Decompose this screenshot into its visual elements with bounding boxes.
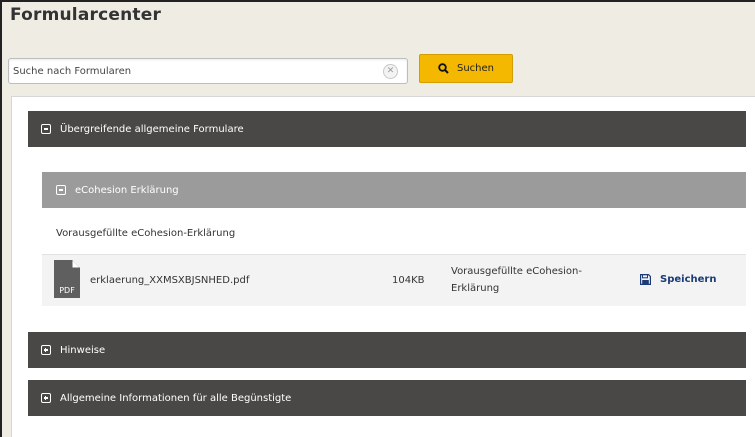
search-button[interactable]: Suchen — [419, 54, 513, 83]
section-label: Allgemeine Informationen für alle Begüns… — [60, 392, 292, 404]
pdf-type-label: PDF — [59, 286, 75, 295]
search-button-label: Suchen — [456, 63, 494, 74]
section-label: Hinweise — [60, 344, 106, 356]
collapse-icon — [56, 185, 66, 195]
search-input[interactable] — [13, 62, 373, 80]
expand-icon — [41, 393, 51, 403]
file-size: 104KB — [392, 275, 425, 286]
section-general-info[interactable]: Allgemeine Informationen für alle Begüns… — [28, 380, 746, 416]
file-name: erklaerung_XXMSXBJSNHED.pdf — [90, 275, 250, 286]
expand-icon — [41, 345, 51, 355]
save-button[interactable]: Speichern — [640, 274, 716, 285]
collapse-icon — [41, 124, 51, 134]
save-icon — [640, 274, 651, 285]
clear-icon[interactable]: ✕ — [383, 64, 398, 79]
file-row: PDF erklaerung_XXMSXBJSNHED.pdf 104KB Vo… — [42, 254, 746, 306]
section-hinweise[interactable]: Hinweise — [28, 332, 746, 368]
page-title: Formularcenter — [10, 5, 162, 25]
save-label: Speichern — [660, 274, 717, 285]
search-box[interactable]: ✕ — [8, 58, 408, 84]
subsection-label: eCohesion Erklärung — [75, 184, 179, 196]
section-general-forms[interactable]: Übergreifende allgemeine Formulare — [28, 111, 746, 147]
subsection-ecohesion[interactable]: eCohesion Erklärung — [42, 172, 746, 208]
section-label: Übergreifende allgemeine Formulare — [60, 123, 244, 135]
pdf-file-icon[interactable]: PDF — [54, 260, 80, 302]
subsection-description: Vorausgefüllte eCohesion-Erklärung — [56, 228, 236, 239]
file-description: Vorausgefüllte eCohesion-Erklärung — [451, 266, 582, 294]
search-icon — [438, 63, 449, 74]
